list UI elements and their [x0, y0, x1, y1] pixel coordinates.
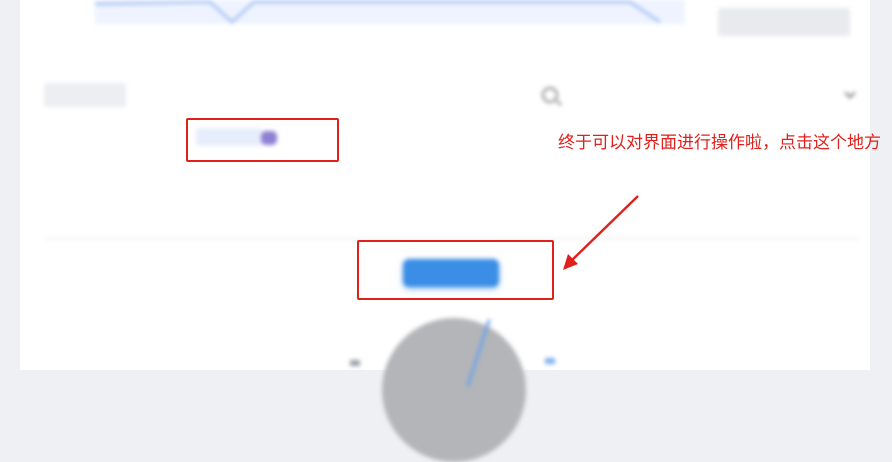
- arrow-shaft: [569, 195, 639, 263]
- annotation-arrow: [563, 195, 639, 270]
